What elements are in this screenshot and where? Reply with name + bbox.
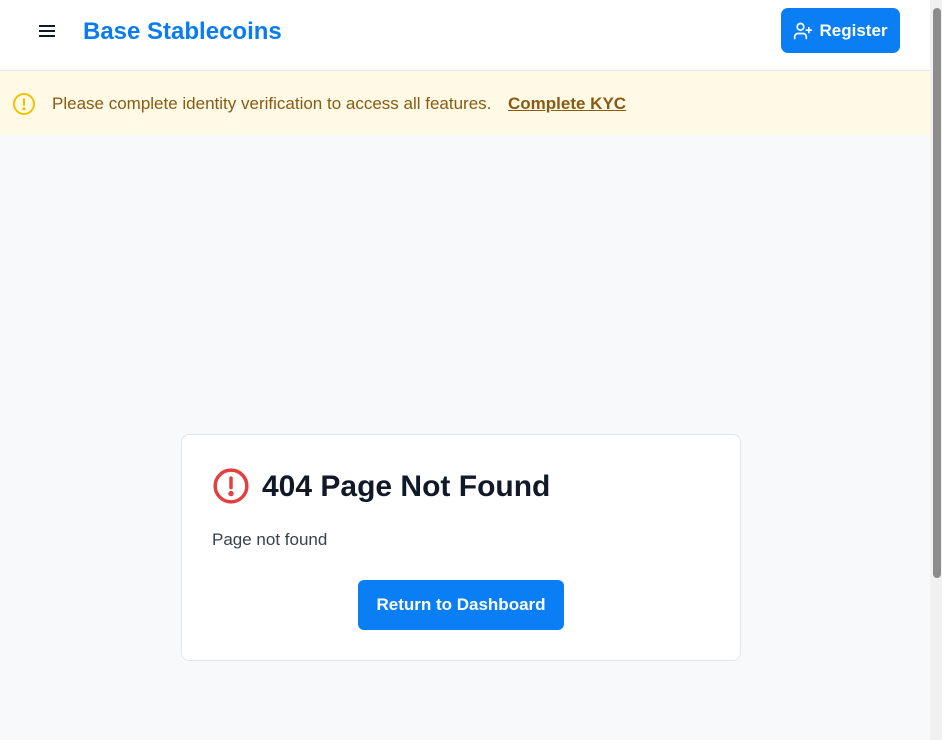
error-card: 404 Page Not Found Page not found Return… [181, 434, 741, 661]
hamburger-icon [39, 25, 55, 37]
scrollbar-thumb[interactable] [933, 8, 941, 578]
warning-circle-icon [13, 93, 35, 115]
kyc-message: Please complete identity verification to… [52, 94, 492, 113]
error-title: 404 Page Not Found [262, 470, 551, 503]
error-circle-icon [213, 468, 249, 504]
brand-title[interactable]: Base Stablecoins [83, 16, 282, 48]
error-message: Page not found [212, 530, 328, 549]
hamburger-menu-button[interactable] [36, 22, 58, 40]
register-button[interactable]: Register [781, 8, 900, 53]
register-label: Register [819, 20, 888, 40]
complete-kyc-link[interactable]: Complete KYC [508, 93, 626, 115]
user-plus-icon [794, 22, 813, 39]
return-to-dashboard-button[interactable]: Return to Dashboard [358, 580, 564, 630]
kyc-banner: Please complete identity verification to… [0, 71, 930, 135]
top-header: Base Stablecoins Register [0, 0, 930, 71]
